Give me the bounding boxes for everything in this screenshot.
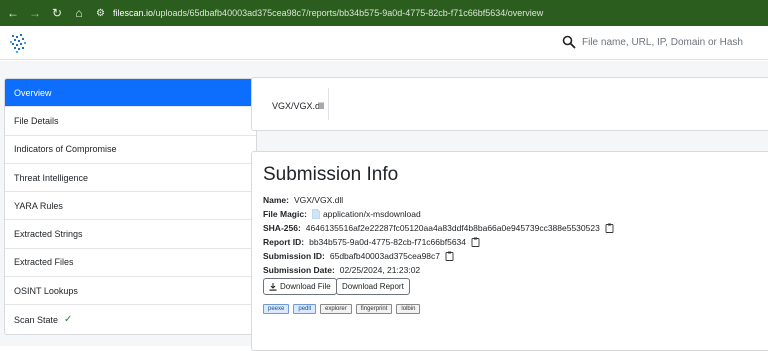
name-row: Name: VGX/VGX.dll — [263, 195, 343, 205]
submission-date-row: Submission Date: 02/25/2024, 21:23:02 — [263, 265, 420, 275]
sidebar-item-label: OSINT Lookups — [14, 285, 78, 296]
submission-date-label: Submission Date: — [263, 265, 335, 275]
sidebar-item-scan-state[interactable]: Scan State ✓ — [5, 305, 256, 334]
tag-lolbin[interactable]: lolbin — [396, 304, 421, 314]
sidebar-item-label: Scan State — [14, 314, 59, 325]
sidebar-item-indicators-of-compromise[interactable]: Indicators of Compromise — [5, 135, 256, 164]
download-report-button[interactable]: Download Report — [336, 278, 410, 295]
sha256-value: 4646135516af2e22287fc05120aa4a83ddf4b8ba… — [305, 223, 600, 233]
sidebar-item-extracted-strings[interactable]: Extracted Strings — [5, 220, 256, 249]
sha256-label: SHA-256: — [263, 223, 301, 233]
app-header — [0, 26, 768, 60]
copy-icon[interactable] — [445, 251, 454, 261]
download-file-label: Download File — [280, 282, 331, 291]
tag-pedll[interactable]: pedll — [293, 304, 317, 314]
file-magic-value: application/x-msdownload — [322, 209, 421, 219]
page-content: Overview File Details Indicators of Comp… — [0, 61, 768, 351]
sidebar-item-osint-lookups[interactable]: OSINT Lookups — [5, 277, 256, 306]
sidebar-item-label: YARA Rules — [14, 200, 63, 211]
report-id-row: Report ID: bb34b575-9a0d-4775-82cb-f71c6… — [263, 237, 480, 247]
sidebar-item-label: File Details — [14, 115, 59, 126]
sidebar-item-label: Threat Intelligence — [14, 172, 89, 183]
file-name: VGX/VGX.dll — [272, 101, 325, 111]
file-magic-row: File Magic: application/x-msdownload — [263, 209, 421, 219]
sidebar-item-extracted-files[interactable]: Extracted Files — [5, 248, 256, 278]
tag-explorer[interactable]: explorer — [320, 304, 352, 314]
search-icon[interactable] — [562, 35, 576, 49]
download-report-label: Download Report — [342, 282, 404, 291]
copy-icon[interactable] — [605, 223, 614, 233]
download-file-button[interactable]: Download File — [263, 278, 337, 295]
forward-arrow-icon[interactable]: → — [26, 6, 44, 20]
tag-list: peexe pedll explorer fingerprint lolbin — [263, 304, 424, 314]
sidebar-item-overview[interactable]: Overview — [5, 79, 256, 108]
report-sidebar: Overview File Details Indicators of Comp… — [4, 78, 257, 335]
page-title: Submission Info — [263, 164, 399, 185]
name-value: VGX/VGX.dll — [293, 195, 344, 205]
search-input[interactable] — [582, 36, 768, 48]
sidebar-item-threat-intelligence[interactable]: Threat Intelligence — [5, 163, 256, 193]
copy-icon[interactable] — [471, 237, 480, 247]
submission-id-label: Submission ID: — [263, 251, 325, 261]
submission-id-row: Submission ID: 65dbafb40003ad375cea98c7 — [263, 251, 454, 261]
search-bar — [562, 35, 768, 49]
filescan-logo-icon[interactable] — [10, 33, 26, 53]
sidebar-item-yara-rules[interactable]: YARA Rules — [5, 192, 256, 221]
name-label: Name: — [263, 195, 289, 205]
address-bar[interactable]: filescan.io/uploads/65dbafb40003ad375cea… — [113, 8, 543, 18]
file-icon — [311, 209, 320, 219]
tag-fingerprint[interactable]: fingerprint — [355, 304, 393, 314]
report-id-label: Report ID: — [263, 237, 305, 247]
reload-icon[interactable]: ↻ — [48, 6, 66, 20]
submission-date-value: 02/25/2024, 21:23:02 — [339, 265, 421, 275]
url-path: /uploads/65dbafb40003ad375cea98c7/report… — [153, 8, 544, 18]
sidebar-item-label: Extracted Strings — [14, 229, 83, 240]
report-id-value: bb34b575-9a0d-4775-82cb-f71c66bf5634 — [309, 237, 467, 247]
home-icon[interactable]: ⌂ — [70, 6, 88, 20]
sidebar-item-label: Indicators of Compromise — [14, 144, 117, 155]
browser-toolbar: ← → ↻ ⌂ ⚙ filescan.io/uploads/65dbafb400… — [0, 0, 768, 26]
submission-info-card: Submission Info Name: VGX/VGX.dll File M… — [251, 151, 768, 351]
back-arrow-icon[interactable]: ← — [4, 6, 22, 20]
sidebar-item-label: Overview — [14, 87, 52, 98]
sha256-row: SHA-256: 4646135516af2e22287fc05120aa4a8… — [263, 223, 614, 233]
url-domain: filescan.io — [112, 8, 153, 18]
submission-id-value: 65dbafb40003ad375cea98c7 — [329, 251, 441, 261]
file-card: VGX/VGX.dll — [251, 77, 768, 131]
sidebar-item-label: Extracted Files — [14, 257, 74, 268]
file-magic-label: File Magic: — [263, 209, 307, 219]
divider — [328, 88, 329, 120]
tag-peexe[interactable]: peexe — [263, 304, 290, 314]
site-settings-icon[interactable]: ⚙ — [96, 8, 105, 19]
download-icon — [269, 282, 277, 291]
check-icon: ✓ — [64, 314, 73, 326]
sidebar-item-file-details[interactable]: File Details — [5, 107, 256, 136]
